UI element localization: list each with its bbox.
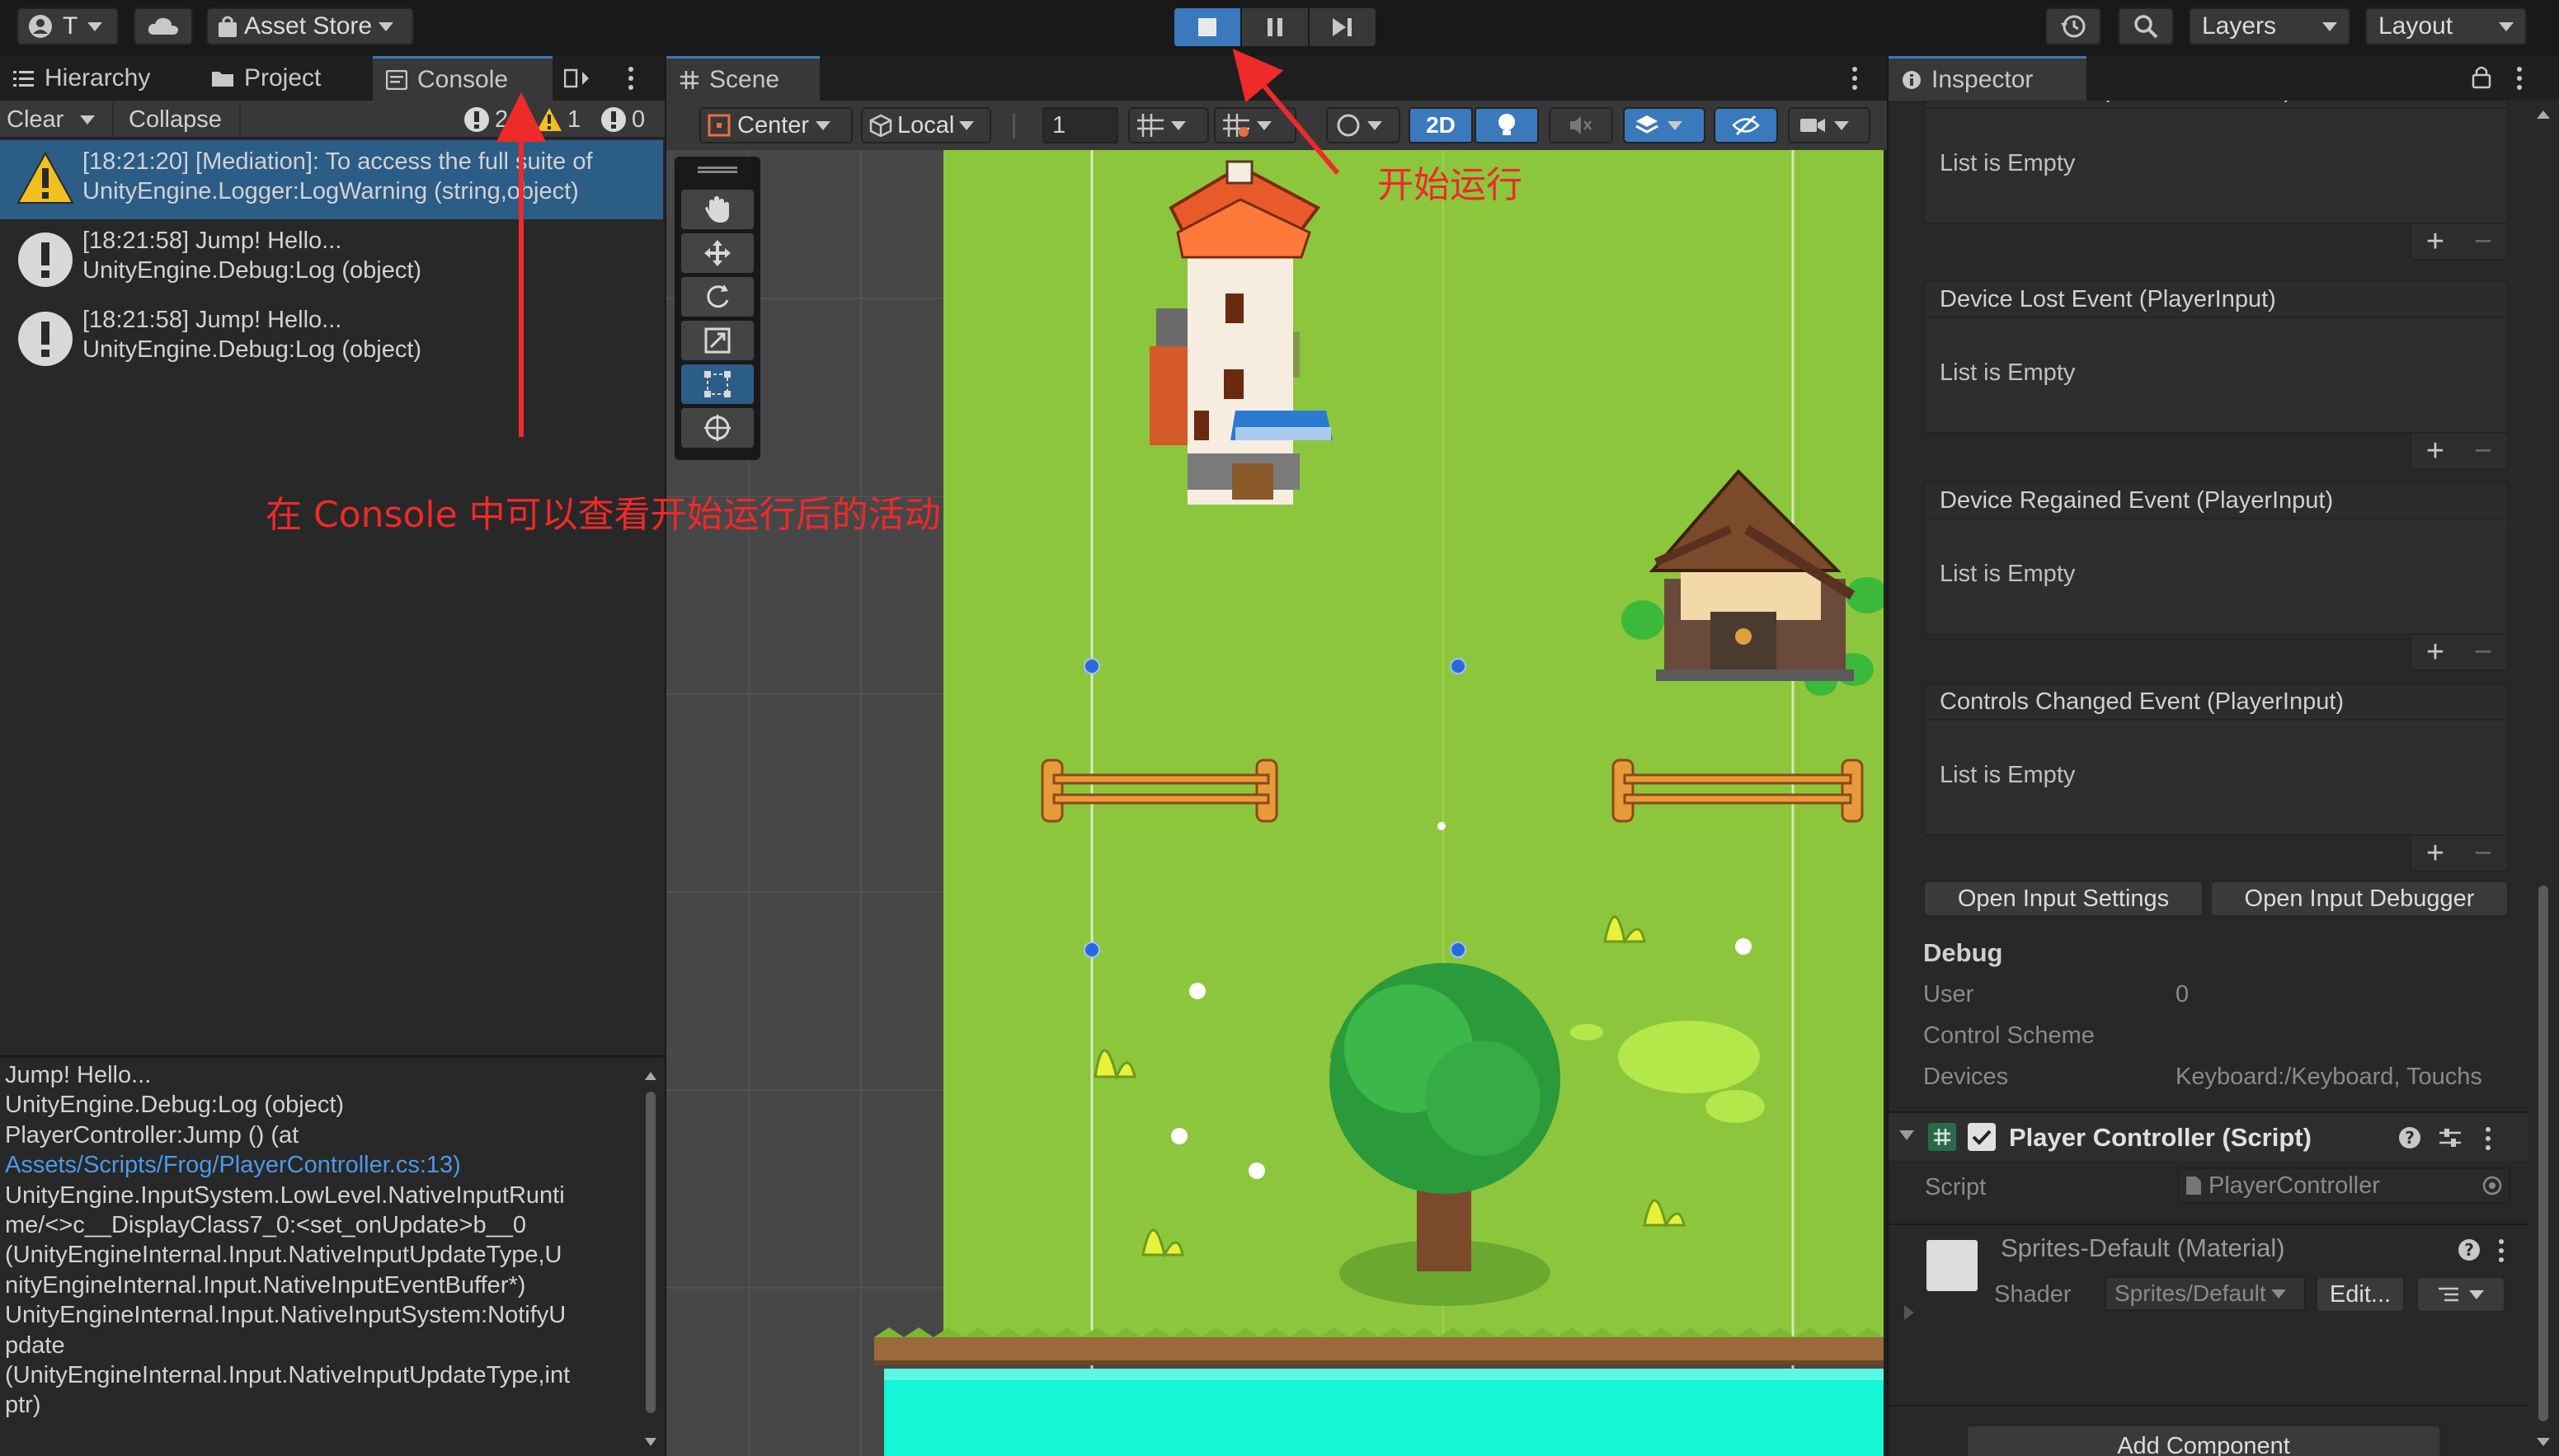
unity-editor-window: { "toolbar": { "account_label": "T", "as…: [0, 0, 2559, 1456]
play-annotation: 开始运行: [1377, 164, 1522, 206]
annotation-arrows: [496, 49, 1340, 437]
console-annotation: 在 Console 中可以查看开始运行后的活动: [266, 494, 941, 536]
